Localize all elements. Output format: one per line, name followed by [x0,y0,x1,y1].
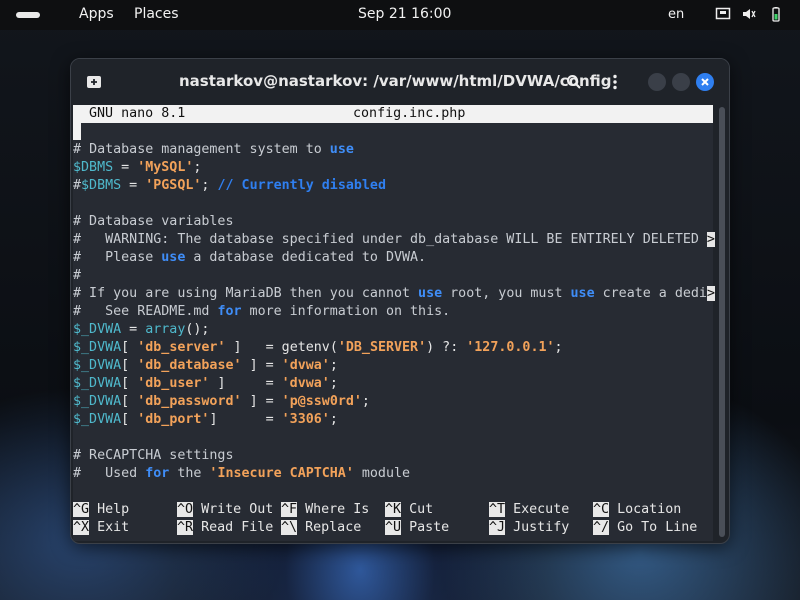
code-line: $_DVWA[ 'db_user' ] = 'dvwa'; [73,376,338,391]
shortcut-where-is[interactable]: ^F Where Is [281,501,369,519]
line-overflow-marker: > [706,232,715,247]
volume-icon[interactable] [741,6,757,22]
shortcut-location[interactable]: ^C Location [593,501,681,519]
code-line: # If you are using MariaDB then you cann… [73,286,715,301]
code-line: $_DVWA[ 'db_server' ] = getenv('DB_SERVE… [73,340,563,355]
top-panel: Apps Places Sep 21 16:00 en [0,0,800,30]
shortcut-write-out[interactable]: ^O Write Out [177,501,273,519]
text-cursor [73,123,81,140]
minimize-button[interactable] [648,73,666,91]
close-icon [701,78,709,86]
scrollbar[interactable] [719,107,725,537]
window-titlebar[interactable]: nastarkov@nastarkov: /var/www/html/DVWA/… [71,59,729,105]
shortcut-help[interactable]: ^G Help [73,501,129,519]
code-line: # Please use a database dedicated to DVW… [73,250,427,265]
nano-filename: config.inc.php [353,106,466,121]
clock[interactable]: Sep 21 16:00 [358,6,451,22]
terminal-window: nastarkov@nastarkov: /var/www/html/DVWA/… [70,58,730,544]
shortcut-go-to-line[interactable]: ^/ Go To Line [593,519,697,537]
code-line: $_DVWA[ 'db_port'] = '3306'; [73,412,338,427]
battery-icon[interactable] [768,6,784,22]
shortcut-paste[interactable]: ^U Paste [385,519,449,537]
screen-icon[interactable] [715,6,731,22]
shortcut-read-file[interactable]: ^R Read File [177,519,273,537]
code-line: $_DVWA[ 'db_password' ] = 'p@ssw0rd'; [73,394,370,409]
shortcut-cut[interactable]: ^K Cut [385,501,433,519]
menu-kebab-icon[interactable] [606,73,624,91]
shortcut-execute[interactable]: ^T Execute [489,501,569,519]
apps-menu[interactable]: Apps [79,6,114,22]
maximize-button[interactable] [672,73,690,91]
activities-indicator[interactable] [16,12,40,18]
code-line: # Database variables [73,214,234,229]
code-line: $DBMS = 'MySQL'; [73,160,202,175]
code-line: #$DBMS = 'PGSQL'; // Currently disabled [73,178,386,193]
places-menu[interactable]: Places [134,6,179,22]
search-icon[interactable] [565,73,583,91]
code-line: # See README.md for more information on … [73,304,451,319]
code-line: # WARNING: The database specified under … [73,232,715,247]
nano-header: GNU nano 8.1 config.inc.php [73,105,713,123]
window-title: nastarkov@nastarkov: /var/www/html/DVWA/… [179,72,612,90]
shortcut-replace[interactable]: ^\ Replace [281,519,361,537]
code-line: # ReCAPTCHA settings [73,448,234,463]
close-button[interactable] [696,73,714,91]
shortcut-exit[interactable]: ^X Exit [73,519,129,537]
new-tab-icon[interactable] [85,73,103,91]
nano-version: GNU nano 8.1 [89,106,186,121]
code-line: $_DVWA[ 'db_database' ] = 'dvwa'; [73,358,338,373]
line-overflow-marker: > [706,286,715,301]
code-line: # [73,268,82,283]
code-line: $_DVWA = array(); [73,322,210,337]
shortcut-justify[interactable]: ^J Justify [489,519,569,537]
code-line: # Database management system to use [73,142,354,157]
nano-editor[interactable]: GNU nano 8.1 config.inc.php # Database m… [73,105,715,541]
code-line: # Used for the 'Insecure CAPTCHA' module [73,466,411,481]
keyboard-layout-indicator[interactable]: en [668,7,684,22]
